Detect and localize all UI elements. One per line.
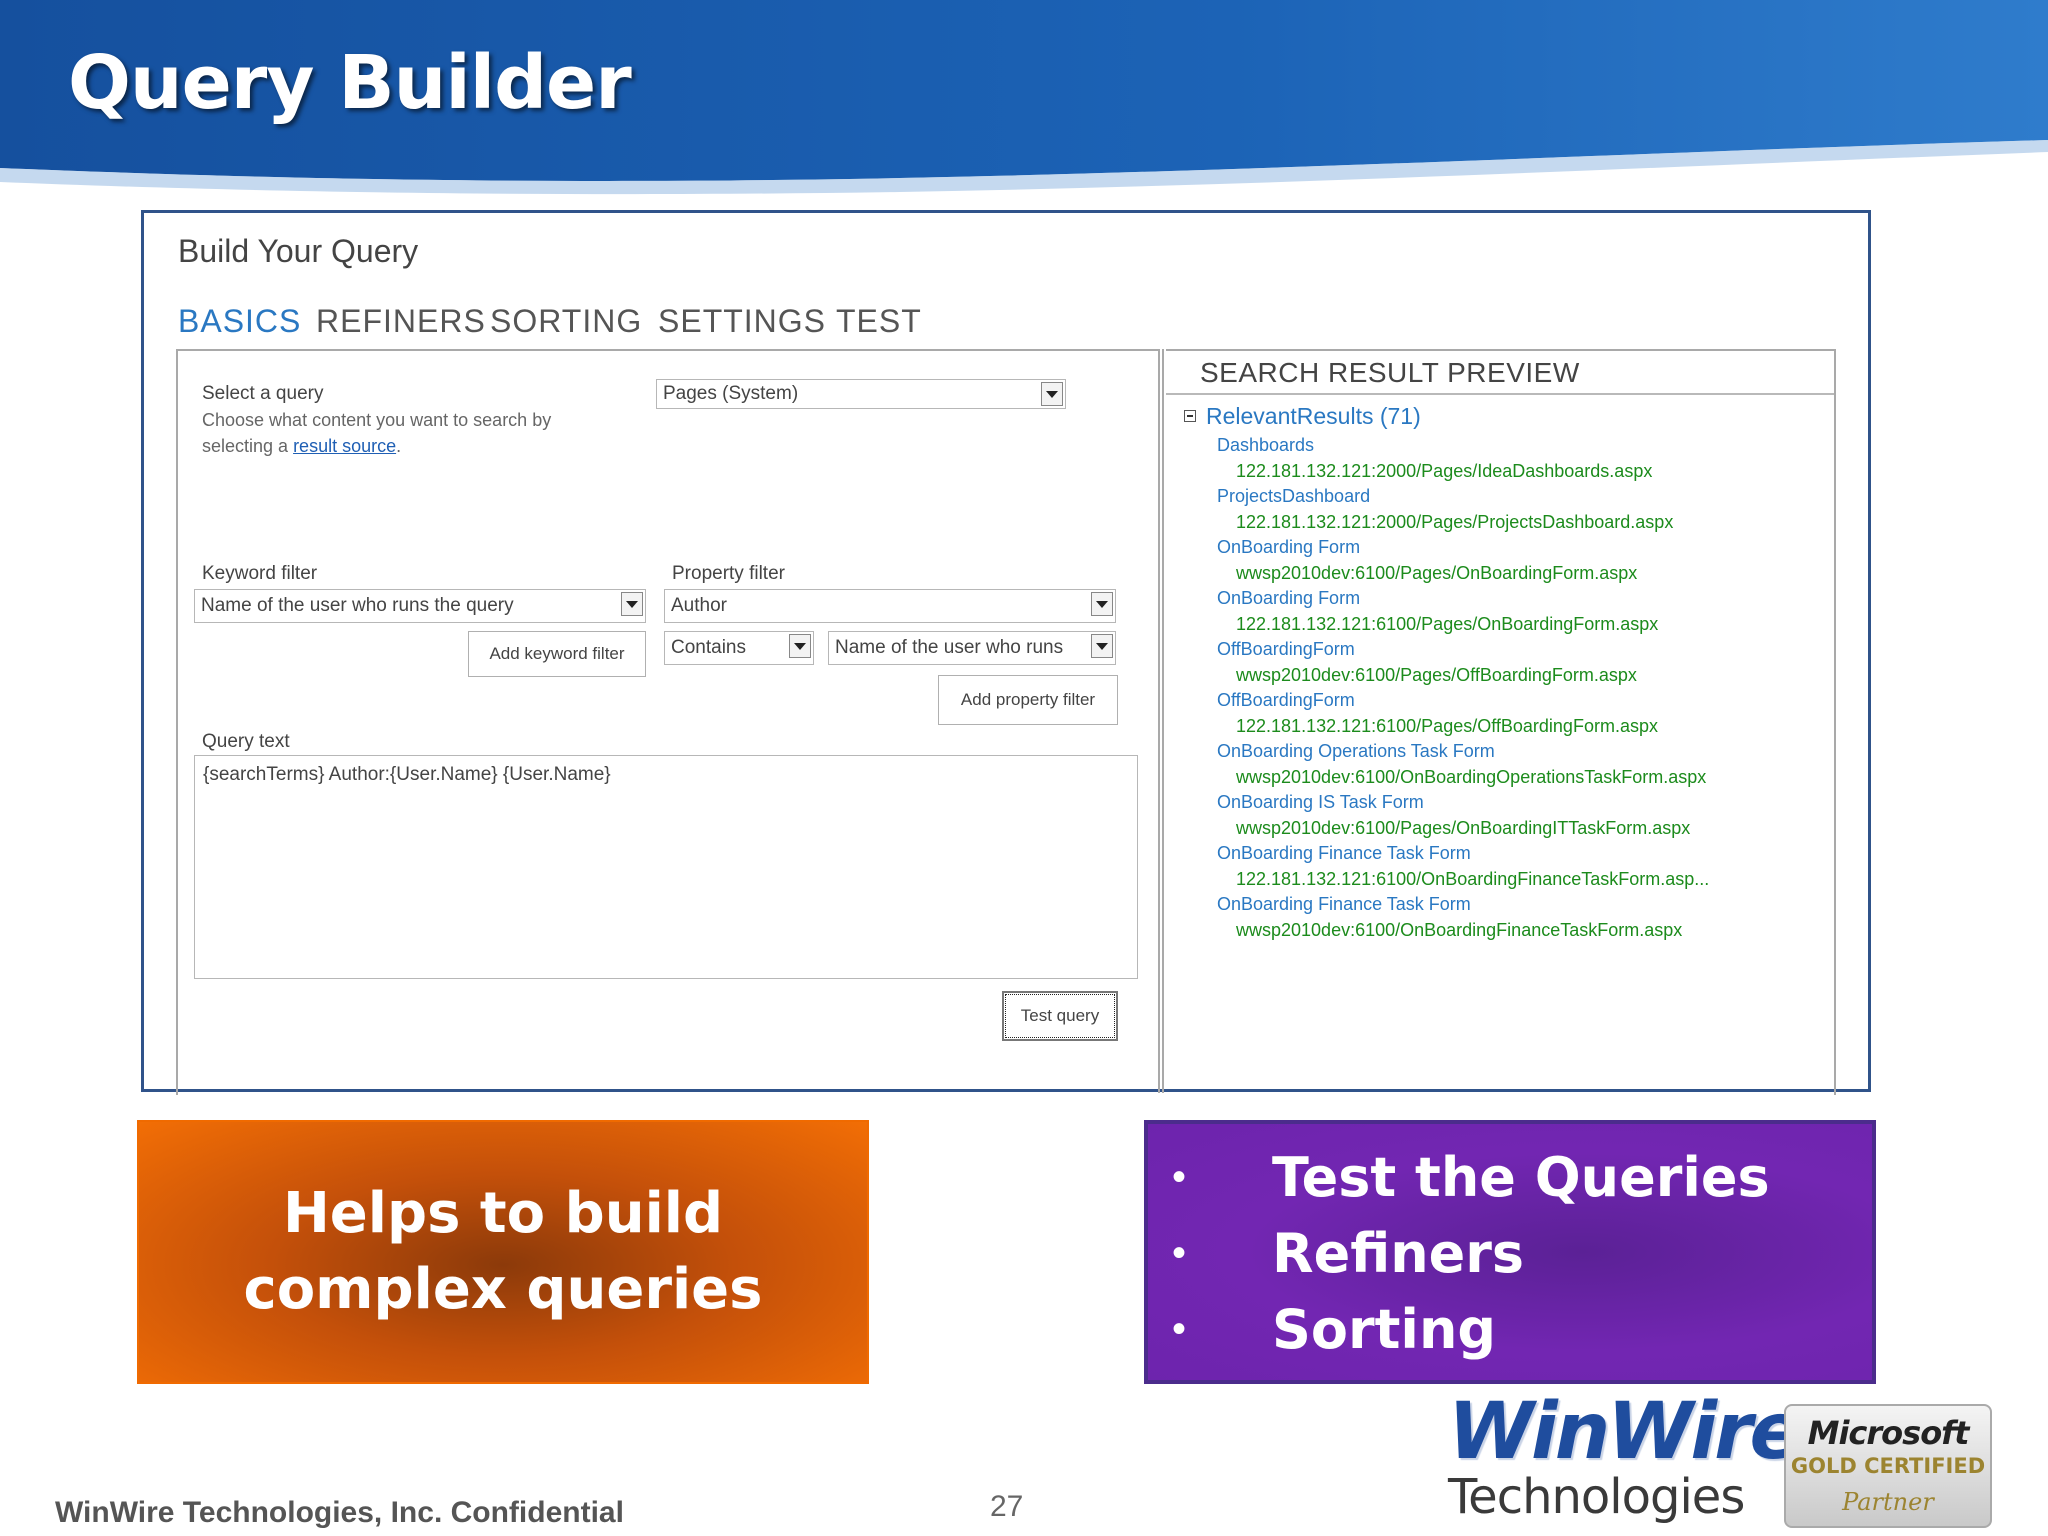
result-title[interactable]: OnBoarding Form: [1178, 535, 1709, 560]
result-title[interactable]: OnBoarding Finance Task Form: [1178, 892, 1709, 917]
tab-sorting[interactable]: SORTING: [490, 303, 642, 340]
footer-confidential: WinWire Technologies, Inc. Confidential: [55, 1496, 624, 1529]
add-keyword-filter-button[interactable]: Add keyword filter: [468, 631, 646, 677]
keyword-filter-value: Name of the user who runs the query: [201, 595, 514, 616]
result-title[interactable]: OnBoarding IS Task Form: [1178, 790, 1709, 815]
result-url: 122.181.132.121:6100/Pages/OnBoardingFor…: [1236, 614, 1659, 634]
result-url: 122.181.132.121:6100/Pages/OffBoardingFo…: [1236, 716, 1658, 736]
property-select[interactable]: Author: [664, 589, 1116, 623]
search-result-preview-pane: SEARCH RESULT PREVIEW RelevantResults (7…: [1166, 349, 1836, 1095]
winwire-logo-bottom: Technologies: [1448, 1469, 1745, 1525]
desc-suffix: .: [396, 436, 402, 456]
result-list: Dashboards 122.181.132.121:2000/Pages/Ide…: [1178, 433, 1709, 943]
desc-line-2: selecting a result source.: [202, 433, 551, 459]
collapse-icon[interactable]: [1184, 410, 1196, 422]
orange-callout: Helps to build complex queries: [137, 1120, 869, 1384]
keyword-filter-label: Keyword filter: [202, 563, 318, 584]
bullet-icon: •: [1172, 1230, 1187, 1275]
bullet-item: • Refiners: [1172, 1216, 1524, 1290]
tab-settings[interactable]: SETTINGS: [658, 303, 826, 340]
tab-test[interactable]: TEST: [836, 303, 922, 340]
property-value-select[interactable]: Name of the user who runs: [828, 631, 1116, 665]
query-text-label: Query text: [202, 731, 290, 752]
query-text-area[interactable]: {searchTerms} Author:{User.Name} {User.N…: [194, 755, 1138, 979]
dropdown-arrow-icon[interactable]: [1041, 382, 1063, 406]
add-property-filter-button[interactable]: Add property filter: [938, 675, 1118, 725]
property-value-text: Name of the user who runs: [835, 637, 1064, 658]
result-url: 122.181.132.121:2000/Pages/IdeaDashboard…: [1236, 461, 1653, 481]
result-title[interactable]: Dashboards: [1178, 433, 1709, 458]
purple-bullet-box: • Test the Queries • Refiners • Sorting: [1144, 1120, 1876, 1384]
query-source-value: Pages (System): [663, 383, 799, 404]
tab-refiners[interactable]: REFINERS: [316, 303, 486, 340]
query-builder-screenshot: Build Your Query BASICS REFINERS SORTING…: [141, 210, 1871, 1095]
result-title[interactable]: OnBoarding Finance Task Form: [1178, 841, 1709, 866]
desc-prefix: selecting a: [202, 436, 294, 456]
result-url: 122.181.132.121:6100/OnBoardingFinanceTa…: [1236, 869, 1710, 889]
winwire-logo: WinWire Technologies: [1448, 1387, 1802, 1528]
result-url: wwsp2010dev:6100/OnBoardingFinanceTaskFo…: [1236, 920, 1683, 940]
slide-title: Query Builder: [68, 40, 632, 126]
result-url: wwsp2010dev:6100/Pages/OnBoardingForm.as…: [1236, 563, 1638, 583]
preview-divider: [1166, 393, 1834, 395]
microsoft-partner-badge: Microsoft GOLD CERTIFIED Partner: [1784, 1404, 1992, 1528]
bullet-text: Test the Queries: [1272, 1145, 1770, 1209]
tab-basics[interactable]: BASICS: [178, 303, 301, 340]
result-source-link[interactable]: result source: [293, 436, 396, 456]
bullet-text: Sorting: [1272, 1297, 1497, 1361]
orange-callout-text: Helps to build complex queries: [243, 1181, 763, 1322]
dropdown-arrow-icon[interactable]: [1091, 634, 1113, 658]
results-root-label: RelevantResults (71): [1206, 403, 1421, 429]
result-title[interactable]: OffBoardingForm: [1178, 688, 1709, 713]
result-url: wwsp2010dev:6100/Pages/OnBoardingITTaskF…: [1236, 818, 1691, 838]
basics-pane: Select a query Choose what content you w…: [176, 349, 1158, 1095]
bullet-text: Refiners: [1272, 1221, 1525, 1285]
bullet-icon: •: [1172, 1154, 1187, 1199]
result-url: 122.181.132.121:2000/Pages/ProjectsDashb…: [1236, 512, 1674, 532]
winwire-logo-top: WinWire: [1448, 1387, 1802, 1477]
dropdown-arrow-icon[interactable]: [621, 592, 643, 616]
keyword-filter-select[interactable]: Name of the user who runs the query: [194, 589, 646, 623]
result-title[interactable]: OnBoarding Form: [1178, 586, 1709, 611]
result-title[interactable]: OffBoardingForm: [1178, 637, 1709, 662]
desc-line-1: Choose what content you want to search b…: [202, 410, 552, 430]
property-filter-label: Property filter: [672, 563, 785, 584]
dialog-heading: Build Your Query: [178, 233, 419, 269]
bullet-icon: •: [1172, 1306, 1187, 1351]
property-value: Author: [671, 595, 727, 616]
page-number: 27: [990, 1490, 1024, 1523]
dropdown-arrow-icon[interactable]: [1091, 592, 1113, 616]
ms-badge-line2: GOLD CERTIFIED: [1790, 1454, 1986, 1478]
result-title[interactable]: ProjectsDashboard: [1178, 484, 1709, 509]
bullet-item: • Test the Queries: [1172, 1140, 1770, 1214]
results-root[interactable]: RelevantResults (71): [1178, 399, 1709, 433]
results-tree: RelevantResults (71) Dashboards 122.181.1…: [1178, 399, 1709, 943]
test-query-button[interactable]: Test query: [1002, 991, 1118, 1041]
result-title[interactable]: OnBoarding Operations Task Form: [1178, 739, 1709, 764]
dropdown-arrow-icon[interactable]: [789, 634, 811, 658]
preview-title: SEARCH RESULT PREVIEW: [1200, 357, 1580, 388]
result-url: wwsp2010dev:6100/OnBoardingOperationsTas…: [1236, 767, 1707, 787]
ms-badge-line1: Microsoft: [1807, 1414, 1970, 1452]
query-source-select[interactable]: Pages (System): [656, 379, 1066, 409]
operator-value: Contains: [671, 637, 746, 658]
ms-badge-line3: Partner: [1842, 1488, 1934, 1516]
bullet-item: • Sorting: [1172, 1292, 1496, 1366]
result-url: wwsp2010dev:6100/Pages/OffBoardingForm.a…: [1236, 665, 1637, 685]
pane-divider[interactable]: [1158, 349, 1164, 1093]
select-query-label: Select a query: [202, 383, 324, 404]
select-query-description: Choose what content you want to search b…: [202, 407, 551, 459]
operator-select[interactable]: Contains: [664, 631, 814, 665]
